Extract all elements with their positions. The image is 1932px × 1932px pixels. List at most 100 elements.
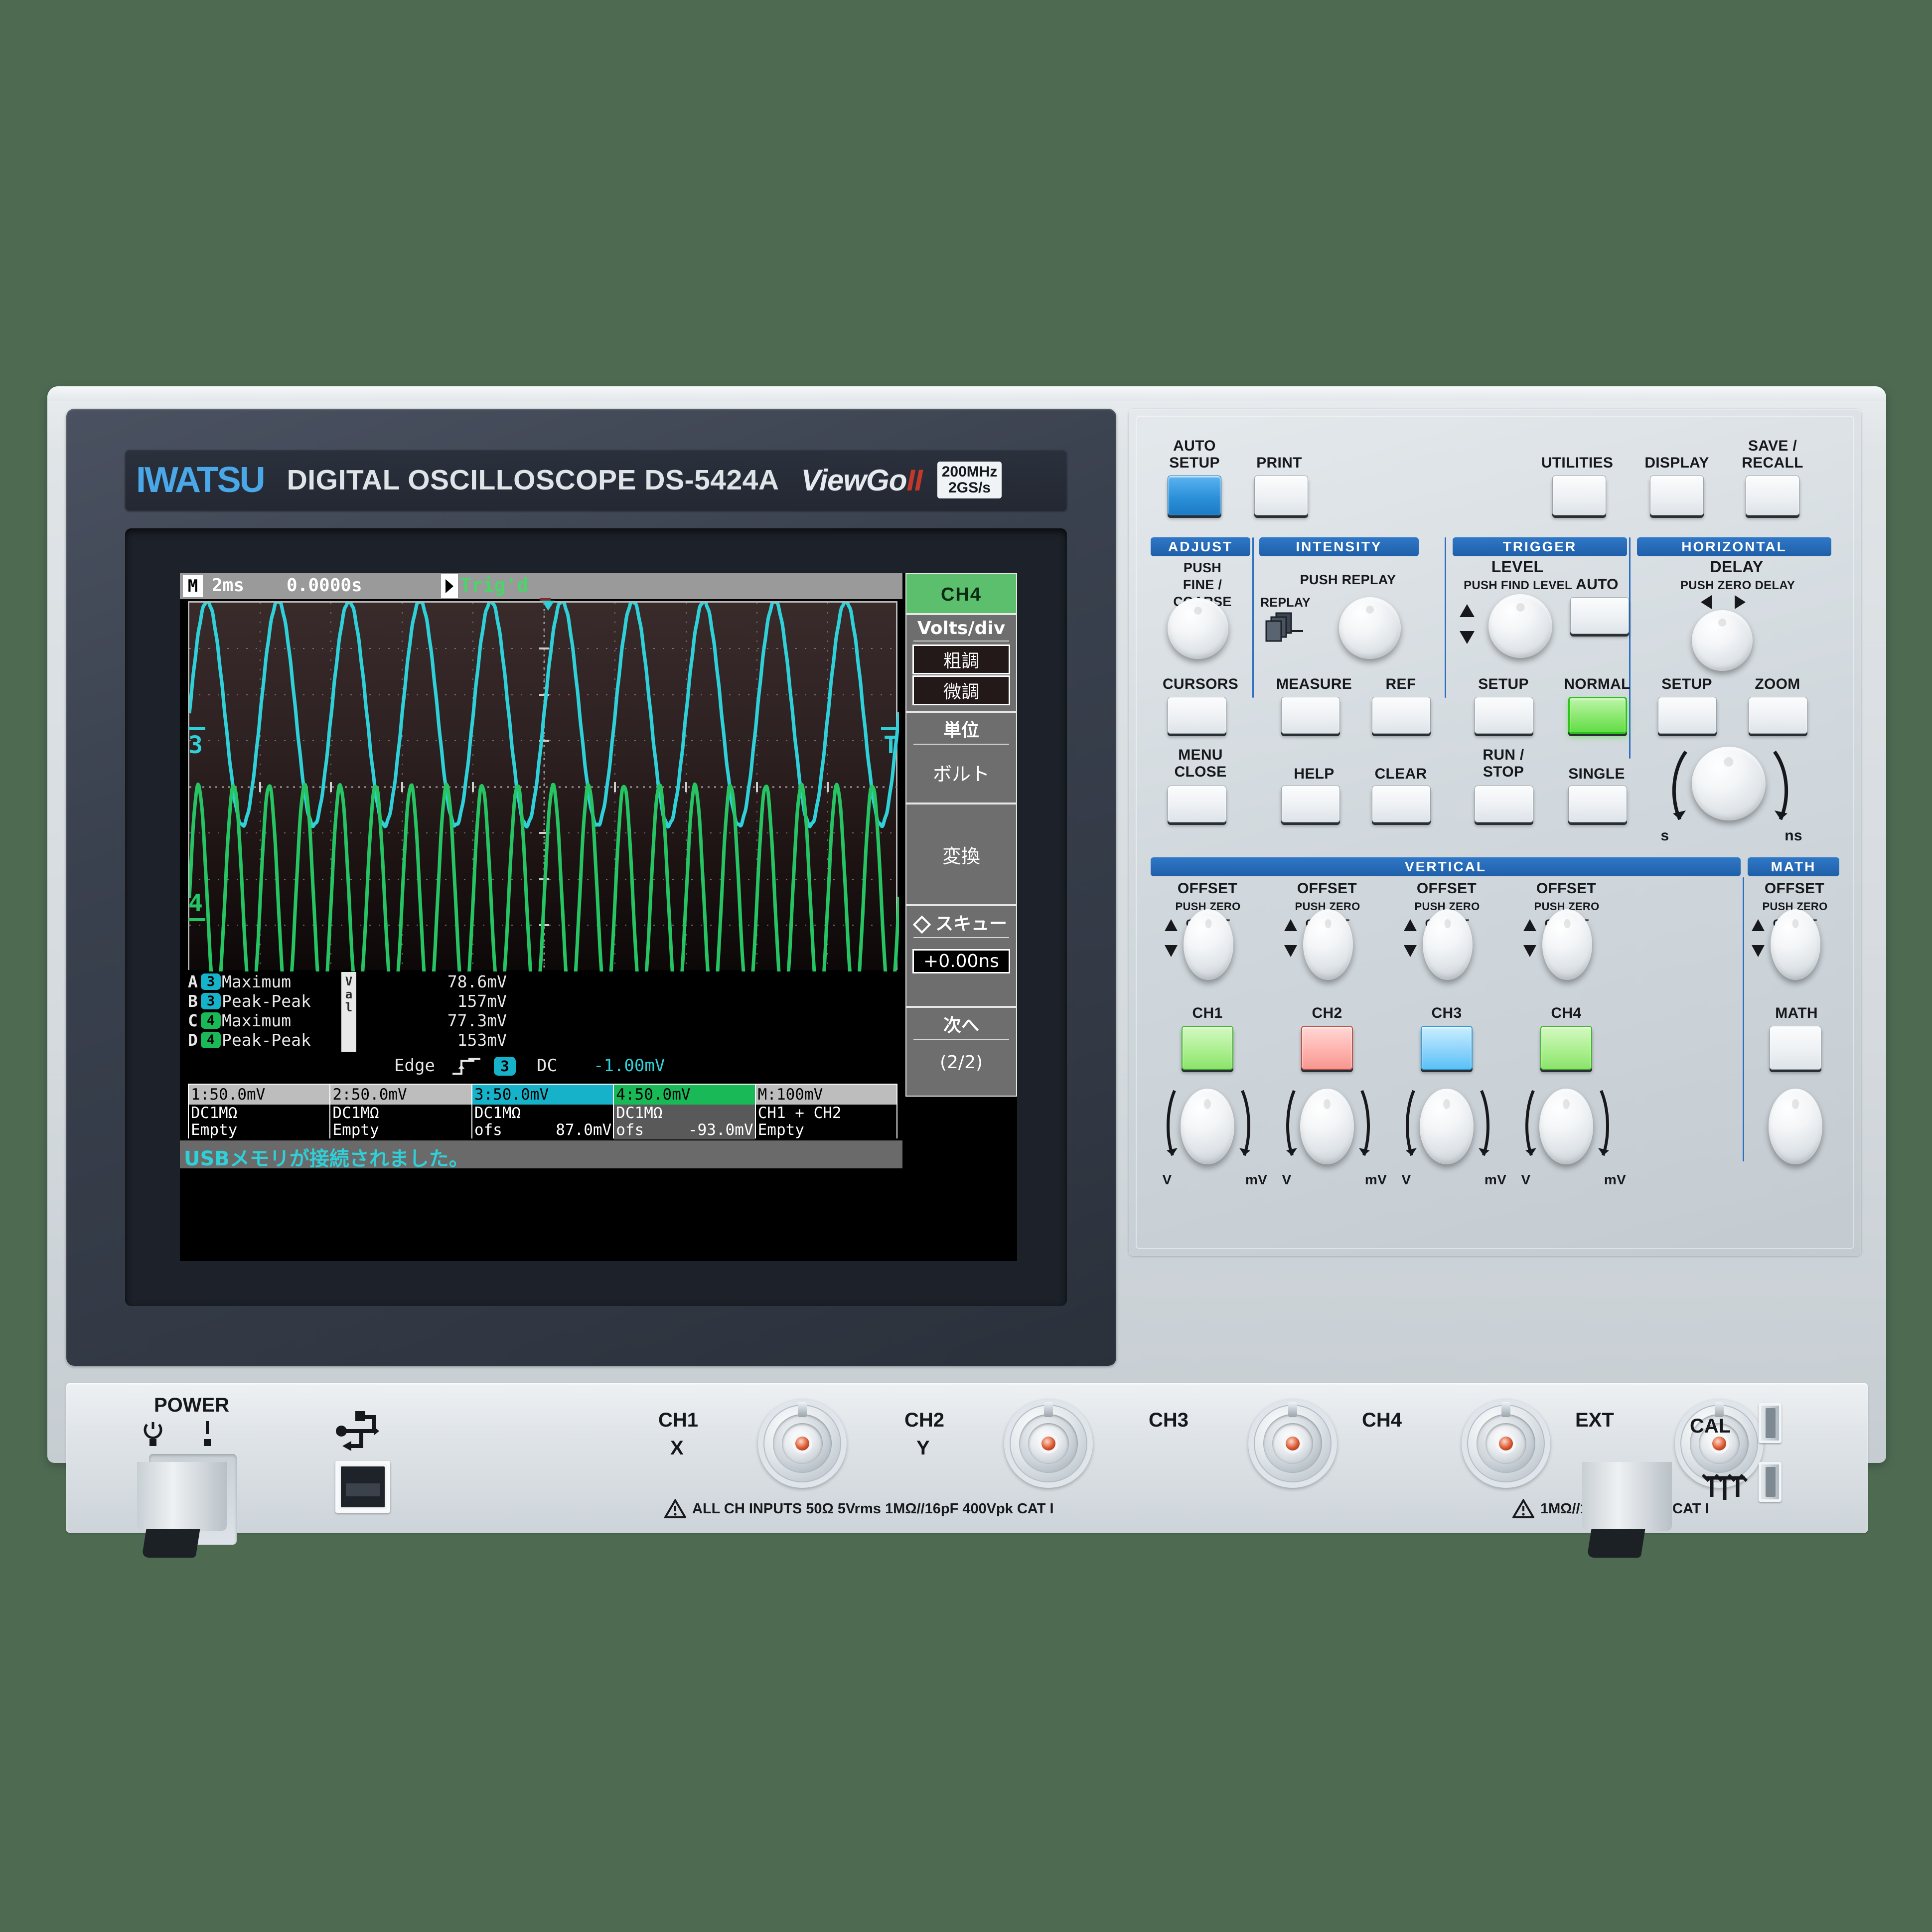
bnc-ch4[interactable] <box>1462 1399 1550 1488</box>
usb-port[interactable] <box>335 1461 390 1513</box>
measurement-name: Peak-Peak <box>222 991 311 1011</box>
math-offset-knob[interactable] <box>1771 909 1820 980</box>
delay-sub: PUSH ZERO DELAY <box>1680 579 1795 592</box>
softkey-skew[interactable]: スキュー +0.00ns <box>905 905 1017 1007</box>
math-button[interactable] <box>1770 1026 1821 1070</box>
trigger-single-button[interactable] <box>1568 786 1627 822</box>
measurement-name: Maximum <box>222 972 292 991</box>
ground-terminal[interactable] <box>1759 1462 1782 1502</box>
measurement-slot: A <box>188 972 198 991</box>
control-panel: AUTO SETUP PRINT UTILITIES DISPLAY SAVE /… <box>1129 409 1861 1256</box>
horizontal-setup-button[interactable] <box>1658 697 1717 734</box>
math-offset-down-icon <box>1752 945 1765 957</box>
delay-left-icon <box>1701 595 1712 609</box>
channel-scale: 1:50.0mV <box>189 1085 330 1105</box>
product-name: DIGITAL OSCILLOSCOPE DS-5424A <box>287 464 779 496</box>
clear-button[interactable] <box>1372 786 1431 822</box>
foot-right <box>1582 1462 1672 1558</box>
ch4-scale-v-label: V <box>1521 1172 1531 1187</box>
rising-edge-icon <box>452 1058 480 1075</box>
connector-label-ch3: CH3 <box>1149 1409 1189 1431</box>
level-down-icon <box>1460 631 1475 644</box>
replay-label: REPLAY <box>1260 596 1311 610</box>
measurement-channel-chip: 4 <box>201 1032 221 1048</box>
utilities-button[interactable] <box>1552 476 1606 515</box>
bnc-ch3[interactable] <box>1248 1399 1337 1488</box>
viewgo-logo: ViewGoII <box>801 463 923 497</box>
auto-setup-button[interactable] <box>1168 476 1221 515</box>
softkey-option-fine[interactable]: 微調 <box>912 675 1010 705</box>
help-label: HELP <box>1294 766 1335 782</box>
connector-label-ext: EXT <box>1575 1409 1614 1431</box>
cal-output-terminal[interactable] <box>1759 1403 1782 1443</box>
display-button[interactable] <box>1650 476 1704 515</box>
math-scale-knob[interactable] <box>1769 1089 1822 1164</box>
ch4-offset-label: OFFSET <box>1536 880 1597 897</box>
softkey-option-coarse[interactable]: 粗調 <box>912 644 1010 674</box>
horizontal-setup-label: SETUP <box>1661 676 1712 692</box>
menu-close-label: MENU CLOSE <box>1174 747 1227 780</box>
main-mode-icon: M <box>183 575 203 597</box>
ch2-button[interactable] <box>1301 1026 1353 1070</box>
trigger-level-knob[interactable] <box>1488 594 1552 658</box>
ch2-offset-knob[interactable] <box>1303 909 1353 980</box>
timebase-rotation-arrows-icon <box>1672 750 1788 820</box>
bnc-ch2[interactable] <box>1004 1399 1093 1488</box>
lcd-screen[interactable]: M 2ms 0.0000s Trig'd 3 4 T A 3 Maximum 7… <box>180 573 1017 1261</box>
softkey-convert[interactable]: 変換 <box>905 804 1017 905</box>
measurement-slot: D <box>188 1030 198 1050</box>
power-label: POWER <box>154 1394 230 1416</box>
delay-knob[interactable] <box>1692 610 1753 671</box>
run-stop-label: RUN / STOP <box>1483 747 1524 780</box>
warning-text-left: ALL CH INPUTS 50Ω 5Vrms 1MΩ//16pF 400Vpk… <box>692 1501 1054 1517</box>
ch1-scale-mv-label: mV <box>1245 1172 1268 1187</box>
trigger-type: Edge <box>394 1056 435 1076</box>
ch4-button[interactable] <box>1540 1026 1592 1070</box>
ref-button[interactable] <box>1372 697 1431 734</box>
softkey-header[interactable]: CH4 <box>905 573 1017 614</box>
channel-cell[interactable]: 3:50.0mV DC1MΩ ofs 87.0mV <box>472 1085 614 1139</box>
adjust-knob[interactable] <box>1168 598 1228 659</box>
ch1-offset-label: OFFSET <box>1177 880 1238 897</box>
menu-close-button[interactable] <box>1168 786 1226 822</box>
softkey-skew-value[interactable]: +0.00ns <box>912 949 1010 973</box>
intensity-replay-knob[interactable] <box>1339 597 1401 659</box>
trigger-setup-button[interactable] <box>1475 697 1533 734</box>
trigger-normal-button[interactable] <box>1568 697 1627 734</box>
channel-cell[interactable]: 4:50.0mV DC1MΩ ofs -93.0mV <box>614 1085 756 1139</box>
intensity-knob-label: PUSH REPLAY <box>1300 572 1396 587</box>
ch1-offset-knob[interactable] <box>1184 909 1233 980</box>
soft-key-menu[interactable]: CH4 Volts/div 粗調 微調 単位 ボルト 変換 スキュー +0.00… <box>905 573 1017 1169</box>
ch3-button[interactable] <box>1421 1026 1473 1070</box>
trigger-setup-label: SETUP <box>1478 676 1529 692</box>
bnc-ch1[interactable] <box>758 1399 847 1488</box>
cal-label: CAL <box>1690 1415 1731 1437</box>
channel-cell[interactable]: M:100mV CH1 + CH2 Empty <box>755 1085 897 1139</box>
save-recall-button[interactable] <box>1746 476 1799 515</box>
ch3-scale-v-label: V <box>1401 1172 1411 1187</box>
softkey-next[interactable]: 次へ (2/2) <box>905 1007 1017 1097</box>
connector-sublabel-ch1: X <box>670 1437 684 1459</box>
channel-line3: Empty <box>332 1121 379 1139</box>
ch3-offset-knob[interactable] <box>1423 909 1473 980</box>
print-button[interactable] <box>1254 476 1308 515</box>
ch4-button-label: CH4 <box>1551 1005 1582 1021</box>
usb-icon <box>336 1411 379 1451</box>
measurement-channel-chip: 3 <box>201 973 221 990</box>
help-button[interactable] <box>1281 786 1340 822</box>
channel-cell[interactable]: 1:50.0mV DC1MΩ Empty <box>189 1085 331 1139</box>
trigger-auto-button[interactable] <box>1570 597 1629 634</box>
channel-cell[interactable]: 2:50.0mV DC1MΩ Empty <box>330 1085 472 1139</box>
run-stop-button[interactable] <box>1475 786 1533 822</box>
softkey-volts-div[interactable]: Volts/div 粗調 微調 <box>905 614 1017 712</box>
ch4-offset-knob[interactable] <box>1542 909 1592 980</box>
spec-badge: 200MHz 2GS/s <box>937 461 1002 499</box>
cursors-button[interactable] <box>1168 697 1226 734</box>
softkey-unit[interactable]: 単位 ボルト <box>905 712 1017 804</box>
delay-value: 0.0000s <box>287 575 362 596</box>
cursors-label: CURSORS <box>1162 676 1239 692</box>
ch1-button[interactable] <box>1182 1026 1233 1070</box>
math-offset-up-icon <box>1752 919 1765 931</box>
zoom-button[interactable] <box>1749 697 1807 734</box>
measure-button[interactable] <box>1281 697 1340 734</box>
